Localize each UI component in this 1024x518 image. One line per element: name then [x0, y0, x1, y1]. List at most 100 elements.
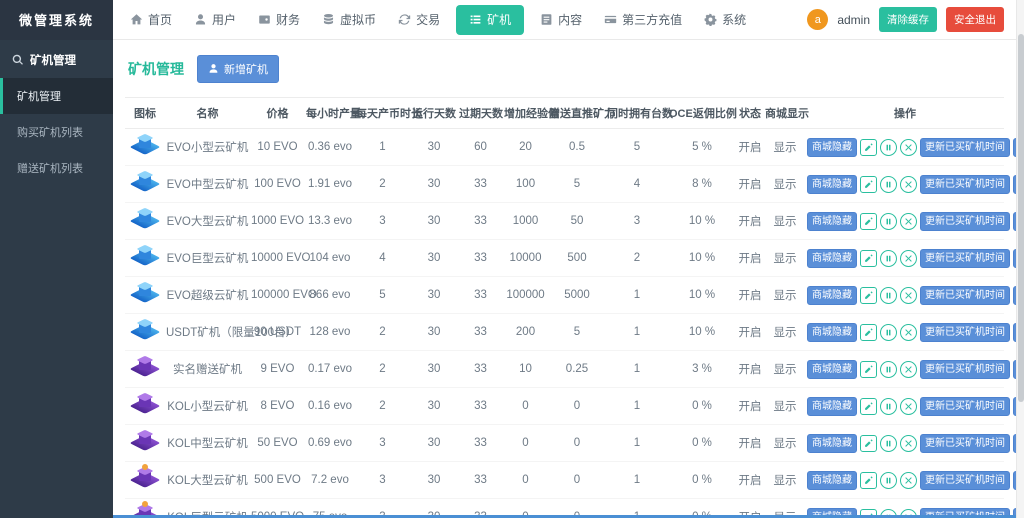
update-bought-time-button[interactable]: 更新已买矿机时间	[920, 397, 1010, 416]
cell-hourly-output: 866 evo	[305, 277, 355, 314]
pause-icon	[884, 217, 893, 226]
delete-button[interactable]	[900, 472, 917, 489]
pause-icon	[884, 180, 893, 189]
nav-item[interactable]: 财务	[247, 0, 311, 40]
nav-item[interactable]: 虚拟币	[311, 0, 387, 40]
pause-button[interactable]	[880, 213, 897, 230]
cell-oce-ratio: 10 %	[668, 203, 736, 240]
scrollbar-thumb[interactable]	[1018, 34, 1024, 402]
mall-hide-button[interactable]: 商城隐藏	[807, 249, 857, 268]
pause-button[interactable]	[880, 250, 897, 267]
delete-button[interactable]	[900, 361, 917, 378]
nav-item[interactable]: 用户	[183, 0, 247, 40]
nav-item[interactable]: 内容	[529, 0, 593, 40]
admin-username[interactable]: admin	[837, 13, 870, 27]
pencil-icon	[864, 402, 873, 411]
delete-button[interactable]	[900, 435, 917, 452]
mall-hide-button[interactable]: 商城隐藏	[807, 212, 857, 231]
cell-expire-days: 33	[458, 166, 503, 203]
column-header: 状态	[736, 98, 764, 129]
pause-button[interactable]	[880, 287, 897, 304]
mall-hide-button[interactable]: 商城隐藏	[807, 471, 857, 490]
pause-button[interactable]	[880, 324, 897, 341]
logout-button[interactable]: 安全退出	[946, 7, 1004, 32]
nav-item[interactable]: 系统	[693, 0, 757, 40]
row-actions: 商城隐藏 更新已买矿机时间 赠送矿机	[807, 175, 1003, 194]
update-bought-time-button[interactable]: 更新已买矿机时间	[920, 286, 1010, 305]
edit-button[interactable]	[860, 287, 877, 304]
add-miner-button[interactable]: 新增矿机	[197, 55, 279, 83]
cell-status: 开启	[736, 425, 764, 462]
delete-button[interactable]	[900, 176, 917, 193]
row-actions: 商城隐藏 更新已买矿机时间 赠送矿机	[807, 323, 1003, 342]
cell-daily-hours: 1	[355, 129, 410, 166]
cell-expire-days: 33	[458, 277, 503, 314]
edit-button[interactable]	[860, 435, 877, 452]
cell-own-count: 1	[606, 388, 668, 425]
cell-name: EVO巨型云矿机	[165, 240, 250, 277]
pause-button[interactable]	[880, 361, 897, 378]
cell-name: KOL中型云矿机	[165, 425, 250, 462]
cell-gift-power: 5000	[548, 277, 606, 314]
clear-cache-button[interactable]: 清除缓存	[879, 7, 937, 32]
cell-mall-display: 显示	[764, 351, 806, 388]
edit-button[interactable]	[860, 213, 877, 230]
nav-item[interactable]: 交易	[387, 0, 451, 40]
update-bought-time-button[interactable]: 更新已买矿机时间	[920, 434, 1010, 453]
mall-hide-button[interactable]: 商城隐藏	[807, 138, 857, 157]
sidebar-item[interactable]: 购买矿机列表	[0, 114, 113, 150]
avatar[interactable]: a	[807, 9, 828, 30]
sidebar-item[interactable]: 矿机管理	[0, 78, 113, 114]
sidebar-item[interactable]: 赠送矿机列表	[0, 150, 113, 186]
edit-button[interactable]	[860, 472, 877, 489]
miner-icon	[130, 245, 160, 271]
update-bought-time-button[interactable]: 更新已买矿机时间	[920, 471, 1010, 490]
cell-gift-power: 5	[548, 314, 606, 351]
mall-hide-button[interactable]: 商城隐藏	[807, 397, 857, 416]
delete-button[interactable]	[900, 213, 917, 230]
nav-item[interactable]: 第三方充值	[593, 0, 693, 40]
content-icon	[540, 13, 553, 26]
pause-button[interactable]	[880, 472, 897, 489]
edit-button[interactable]	[860, 398, 877, 415]
cell-oce-ratio: 0 %	[668, 388, 736, 425]
cell-gift-power: 500	[548, 240, 606, 277]
cell-own-count: 5	[606, 129, 668, 166]
delete-button[interactable]	[900, 139, 917, 156]
cell-hourly-output: 0.16 evo	[305, 388, 355, 425]
edit-button[interactable]	[860, 176, 877, 193]
pause-button[interactable]	[880, 435, 897, 452]
mall-hide-button[interactable]: 商城隐藏	[807, 175, 857, 194]
update-bought-time-button[interactable]: 更新已买矿机时间	[920, 323, 1010, 342]
update-bought-time-button[interactable]: 更新已买矿机时间	[920, 175, 1010, 194]
edit-button[interactable]	[860, 139, 877, 156]
delete-button[interactable]	[900, 324, 917, 341]
mall-hide-button[interactable]: 商城隐藏	[807, 434, 857, 453]
edit-button[interactable]	[860, 361, 877, 378]
vertical-scrollbar[interactable]	[1016, 0, 1024, 518]
mall-hide-button[interactable]: 商城隐藏	[807, 286, 857, 305]
update-bought-time-button[interactable]: 更新已买矿机时间	[920, 138, 1010, 157]
pause-button[interactable]	[880, 398, 897, 415]
cell-daily-hours: 3	[355, 425, 410, 462]
mall-hide-button[interactable]: 商城隐藏	[807, 360, 857, 379]
cell-price: 10000 EVO	[250, 240, 305, 277]
column-header: 商城显示	[764, 98, 806, 129]
delete-button[interactable]	[900, 287, 917, 304]
delete-button[interactable]	[900, 398, 917, 415]
delete-button[interactable]	[900, 250, 917, 267]
cell-mall-display: 显示	[764, 388, 806, 425]
nav-item[interactable]: 矿机	[456, 5, 524, 35]
pause-icon	[884, 254, 893, 263]
pause-button[interactable]	[880, 176, 897, 193]
edit-button[interactable]	[860, 250, 877, 267]
close-icon	[904, 180, 913, 189]
update-bought-time-button[interactable]: 更新已买矿机时间	[920, 360, 1010, 379]
edit-button[interactable]	[860, 324, 877, 341]
pause-button[interactable]	[880, 139, 897, 156]
mall-hide-button[interactable]: 商城隐藏	[807, 323, 857, 342]
update-bought-time-button[interactable]: 更新已买矿机时间	[920, 212, 1010, 231]
update-bought-time-button[interactable]: 更新已买矿机时间	[920, 249, 1010, 268]
nav-item[interactable]: 首页	[119, 0, 183, 40]
cell-daily-hours: 2	[355, 166, 410, 203]
